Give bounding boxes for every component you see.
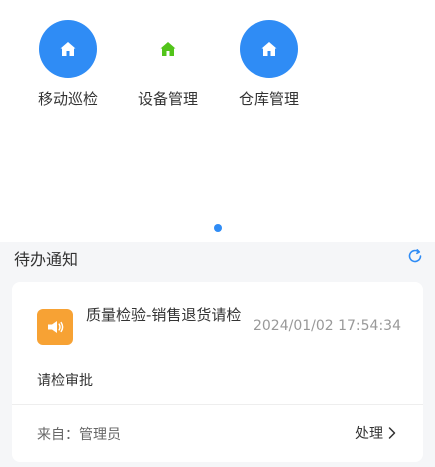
home-icon [261, 42, 277, 56]
app-label: 仓库管理 [238, 90, 299, 108]
chevron-right-icon [388, 427, 396, 439]
notice-title: 质量检验-销售退货请检 [86, 306, 242, 324]
notice-from: 来自：管理员 [37, 427, 121, 443]
home-icon [60, 42, 76, 56]
megaphone-icon [48, 321, 64, 333]
app-mobile-inspection[interactable]: 移动巡检 [28, 20, 108, 109]
notice-description: 请检审批 [37, 373, 93, 389]
divider [12, 404, 423, 405]
app-label: 设备管理 [137, 90, 198, 108]
app-grid-panel: 移动巡检 设备管理 仓库管理 [0, 0, 435, 242]
home-icon [160, 42, 176, 56]
handle-button[interactable]: 处理 [355, 423, 397, 443]
app-icon-bg [240, 20, 298, 78]
notice-time: 2024/01/02 17:54:34 [252, 318, 401, 334]
section-title: 待办通知 [14, 250, 79, 269]
app-device-management[interactable]: 设备管理 [128, 20, 208, 109]
notice-icon-bg [37, 309, 73, 345]
app-icon-bg [139, 20, 197, 78]
app-warehouse-management[interactable]: 仓库管理 [229, 20, 309, 109]
refresh-icon[interactable] [406, 247, 424, 265]
todo-card[interactable]: 质量检验-销售退货请检 2024/01/02 17:54:34 请检审批 来自：… [12, 282, 423, 462]
page-indicator-dot[interactable] [214, 224, 222, 232]
handle-label: 处理 [355, 426, 383, 442]
app-icon-bg [39, 20, 97, 78]
app-label: 移动巡检 [37, 90, 98, 108]
